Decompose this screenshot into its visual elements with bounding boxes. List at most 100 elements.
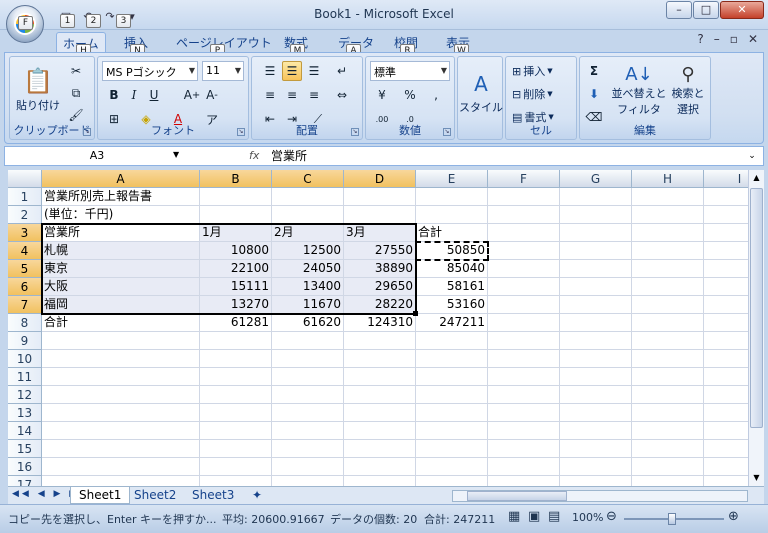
grid-cell[interactable] <box>416 422 488 440</box>
grid-cell[interactable] <box>488 368 560 386</box>
cell-value[interactable]: 85040 <box>416 260 488 278</box>
grid-cell[interactable] <box>632 386 704 404</box>
delete-cells-button[interactable]: ⊟ 削除 ▼ <box>512 84 553 104</box>
grid-cell[interactable] <box>632 242 704 260</box>
grid-cell[interactable] <box>344 206 416 224</box>
column-header[interactable]: A <box>42 170 200 188</box>
scroll-down-icon[interactable]: ▼ <box>749 470 764 486</box>
shrink-font-icon[interactable]: A- <box>202 85 222 105</box>
cut-icon[interactable]: ✂ <box>66 61 86 81</box>
grid-cell[interactable] <box>488 278 560 296</box>
grid-cell[interactable] <box>272 476 344 486</box>
grid-cell[interactable] <box>560 260 632 278</box>
grid-cell[interactable] <box>272 206 344 224</box>
column-header[interactable]: B <box>200 170 272 188</box>
grid-cell[interactable] <box>488 350 560 368</box>
align-left-icon[interactable]: ≡ <box>260 85 280 105</box>
grid-cell[interactable] <box>344 422 416 440</box>
merge-center-icon[interactable]: ⇔ <box>332 85 352 105</box>
row-header[interactable]: 4 <box>8 242 42 260</box>
hscroll-thumb[interactable] <box>467 491 567 501</box>
insert-function-icon[interactable]: fx <box>249 149 259 162</box>
grid-cell[interactable] <box>704 260 748 278</box>
grid-cell[interactable] <box>416 440 488 458</box>
grid-cell[interactable] <box>416 458 488 476</box>
ribbon-minimize-icon[interactable]: – <box>714 32 720 46</box>
page-layout-view-icon[interactable]: ▣ <box>528 509 540 524</box>
grid-cell[interactable] <box>704 422 748 440</box>
grid-cell[interactable] <box>200 476 272 486</box>
align-bottom-icon[interactable]: ☰ <box>304 61 324 81</box>
cell-value[interactable]: (単位：千円) <box>42 206 200 224</box>
grid-cell[interactable] <box>344 188 416 206</box>
grid-cell[interactable] <box>200 350 272 368</box>
grid-cell[interactable] <box>704 206 748 224</box>
grid-cell[interactable] <box>488 188 560 206</box>
grid-cell[interactable] <box>488 242 560 260</box>
grid-cell[interactable] <box>632 224 704 242</box>
grid-cell[interactable] <box>560 278 632 296</box>
column-header[interactable]: D <box>344 170 416 188</box>
cell-value[interactable]: 3月 <box>344 224 416 242</box>
grid-cell[interactable] <box>560 458 632 476</box>
cell-value[interactable]: 13270 <box>200 296 272 314</box>
grid-cell[interactable] <box>632 314 704 332</box>
align-middle-icon[interactable]: ☰ <box>282 61 302 81</box>
cell-value[interactable]: 営業所別売上報告書 <box>42 188 200 206</box>
name-box[interactable]: A3 <box>9 148 185 164</box>
grid-cell[interactable] <box>488 422 560 440</box>
copy-icon[interactable]: ⧉ <box>66 83 86 103</box>
grid-cell[interactable] <box>704 314 748 332</box>
grid-cell[interactable] <box>272 188 344 206</box>
grid-cell[interactable] <box>42 440 200 458</box>
alignment-launcher-icon[interactable]: ↘ <box>351 128 359 136</box>
grid-cell[interactable] <box>416 476 488 486</box>
font-size-combo[interactable]: 11 ▼ <box>202 61 244 81</box>
grid-cell[interactable] <box>416 206 488 224</box>
comma-icon[interactable]: , <box>426 85 446 105</box>
grid-cell[interactable] <box>272 440 344 458</box>
row-header[interactable]: 14 <box>8 422 42 440</box>
grid-cell[interactable] <box>488 332 560 350</box>
row-header[interactable]: 15 <box>8 440 42 458</box>
align-center-icon[interactable]: ≡ <box>282 85 302 105</box>
grid-cell[interactable] <box>272 458 344 476</box>
italic-icon[interactable]: I <box>124 85 144 105</box>
grid-cell[interactable] <box>200 422 272 440</box>
insert-sheet-icon[interactable]: ✦ <box>244 487 272 504</box>
expand-formula-bar-icon[interactable]: ⌄ <box>745 148 759 164</box>
number-launcher-icon[interactable]: ↘ <box>443 128 451 136</box>
cell-value[interactable]: 28220 <box>344 296 416 314</box>
zoom-level[interactable]: 100% <box>572 511 603 524</box>
grid-cell[interactable] <box>272 350 344 368</box>
grid-cell[interactable] <box>704 188 748 206</box>
grid-cell[interactable] <box>632 350 704 368</box>
grid-cell[interactable] <box>560 296 632 314</box>
currency-icon[interactable]: ¥ <box>372 85 392 105</box>
bold-icon[interactable]: B <box>104 85 124 105</box>
maximize-button[interactable]: □ <box>693 1 719 19</box>
grid-cell[interactable] <box>704 278 748 296</box>
grid-cell[interactable] <box>632 458 704 476</box>
cell-value[interactable]: 27550 <box>344 242 416 260</box>
number-format-combo[interactable]: 標準 ▼ <box>370 61 450 81</box>
grid-cell[interactable] <box>560 332 632 350</box>
style-button[interactable]: A スタイル <box>459 63 503 115</box>
grid-cell[interactable] <box>704 440 748 458</box>
grid-cell[interactable] <box>344 368 416 386</box>
grid-cell[interactable] <box>42 422 200 440</box>
cell-value[interactable]: 247211 <box>416 314 488 332</box>
sort-filter-button[interactable]: A↓ 並べ替えと フィルタ <box>612 61 667 117</box>
close-button[interactable]: ✕ <box>720 1 764 19</box>
grid-cell[interactable] <box>200 206 272 224</box>
cell-value[interactable]: 61281 <box>200 314 272 332</box>
scroll-thumb[interactable] <box>750 188 763 428</box>
grid-cell[interactable] <box>704 386 748 404</box>
zoom-in-icon[interactable]: ⊕ <box>728 509 739 524</box>
grid-cell[interactable] <box>42 386 200 404</box>
grid-cell[interactable] <box>42 350 200 368</box>
grid-cell[interactable] <box>632 278 704 296</box>
grid-cell[interactable] <box>200 332 272 350</box>
grid-cell[interactable] <box>416 404 488 422</box>
grid-cell[interactable] <box>416 332 488 350</box>
